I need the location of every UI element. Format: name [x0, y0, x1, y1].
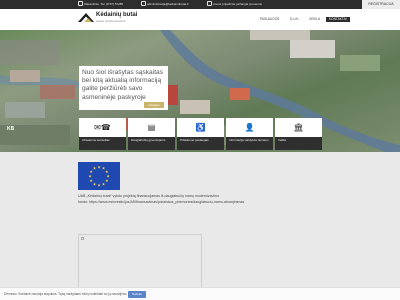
nav-kontaktai[interactable]: KONTAKTAI — [326, 17, 350, 22]
hero-card-button[interactable]: Daugiau — [144, 102, 164, 108]
tile-activity[interactable]: 🏛 Veikla — [275, 118, 322, 150]
accessibility-icon: ♿ — [177, 118, 224, 137]
service-tiles: ✉☎ Užsakome konsultac. ▤ Daugiabučių gyv… — [79, 118, 322, 150]
email-icon — [141, 1, 146, 6]
tile-label: Užsakome konsultac. — [79, 137, 126, 150]
topbar-email[interactable]: administracija@kedainiubutai.lt — [147, 2, 188, 7]
nav-paslaugos[interactable]: PASLAUGOS — [260, 17, 279, 22]
svg-text:★: ★ — [97, 183, 101, 188]
info-icon — [207, 1, 212, 6]
svg-text:★: ★ — [88, 174, 92, 179]
svg-text:★: ★ — [89, 178, 93, 183]
registration-button[interactable]: REGISTRACIJA — [362, 0, 400, 9]
svg-text:★: ★ — [93, 166, 97, 171]
top-info-bar: Vaiesvitinio. Tel. (8 57) 57286 administ… — [0, 0, 400, 9]
hero-card: Nuo šiol išrašytas sąskaitas bei kitą ak… — [79, 66, 168, 110]
cookie-text: Dėmesio: Svetainė naudoja slapukus. Tęsę… — [4, 292, 128, 296]
eu-project-link[interactable]: fondo: https://www.esinvesticijos.lt/lt/… — [78, 199, 338, 205]
hero-card-text: Nuo šiol išrašytas sąskaitas bei kitą ak… — [82, 69, 163, 101]
site-header: Kėdainių butai pastatų priežiūra bendrov… — [0, 9, 400, 30]
building-icon: ▤ — [128, 118, 175, 137]
institution-icon: 🏛 — [275, 118, 322, 137]
svg-text:★: ★ — [93, 181, 97, 186]
tile-label: Pritaikome paslaugas — [177, 137, 224, 150]
tile-information[interactable]: 👤 Informacija valstybės tarnams — [226, 118, 273, 150]
svg-text:★: ★ — [97, 165, 101, 170]
tile-residents[interactable]: ▤ Daugiabučių gyventojams — [128, 118, 175, 150]
tile-services[interactable]: ♿ Pritaikome paslaugas — [177, 118, 224, 150]
tile-label: Daugiabučių gyventojams — [128, 137, 175, 150]
person-icon: 👤 — [226, 118, 273, 137]
cookie-banner: Dėmesio: Svetainė naudoja slapukus. Tęsę… — [0, 287, 400, 300]
svg-text:★: ★ — [102, 181, 106, 186]
topbar-address: Vaiesvitinio. Tel. (8 57) 57286 — [84, 2, 124, 6]
eu-stars-icon: ★ ★★ ★★★ ★★★ ★★★ — [88, 165, 110, 188]
mail-phone-icon: ✉☎ — [79, 118, 126, 137]
eu-flag-image: ★ ★ ★ ★ ★ ★ ★ ★ ★ ★ ★ ★ — [78, 162, 120, 190]
hero-logo: KB — [7, 126, 15, 132]
nav-veikla[interactable]: VEIKLA — [309, 17, 320, 22]
tile-consultation[interactable]: ✉☎ Užsakome konsultac. — [79, 118, 126, 150]
logo-title[interactable]: Kėdainių butai — [96, 12, 137, 19]
tile-label: Informacija valstybės tarnams — [226, 137, 273, 150]
topbar-notice: Įmonė pripažinta pažangia įmonėmis — [213, 2, 262, 6]
house-logo-icon[interactable] — [78, 12, 94, 22]
eu-project-text: UAB „Kėdainių butai“ vykdo projektą fina… — [78, 193, 338, 205]
broken-image-icon — [81, 237, 84, 240]
svg-text:★: ★ — [105, 178, 109, 183]
embedded-media-placeholder — [78, 234, 202, 294]
logo-subtitle: pastatų priežiūra bendrovė — [96, 20, 126, 23]
tile-label: Veikla — [275, 137, 322, 150]
location-icon — [78, 1, 83, 6]
cookie-accept-button[interactable]: Sutinku — [128, 291, 146, 298]
nav-duk[interactable]: D.U.K. — [290, 17, 299, 22]
